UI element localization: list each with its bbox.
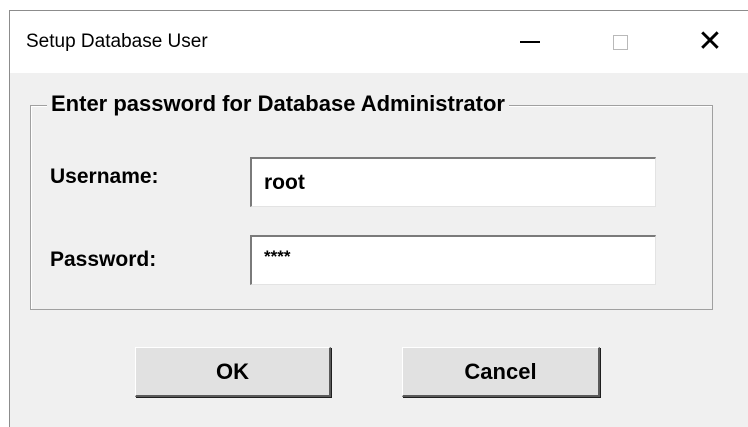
ok-button[interactable]: OK [135,347,331,397]
maximize-button[interactable] [575,11,665,73]
username-field[interactable] [250,157,656,207]
close-icon: ✕ [697,24,723,59]
minimize-icon [520,41,540,43]
cancel-button[interactable]: Cancel [402,347,600,397]
title-bar[interactable]: Setup Database User ✕ [10,11,748,73]
close-button[interactable]: ✕ [665,11,748,73]
password-field[interactable] [250,235,656,285]
password-label: Password: [50,248,157,271]
username-label: Username: [50,165,159,188]
desktop-background [0,0,748,10]
minimize-button[interactable] [485,11,575,73]
group-legend: Enter password for Database Administrato… [47,91,509,117]
window-title: Setup Database User [26,31,208,52]
maximize-icon [612,34,628,50]
